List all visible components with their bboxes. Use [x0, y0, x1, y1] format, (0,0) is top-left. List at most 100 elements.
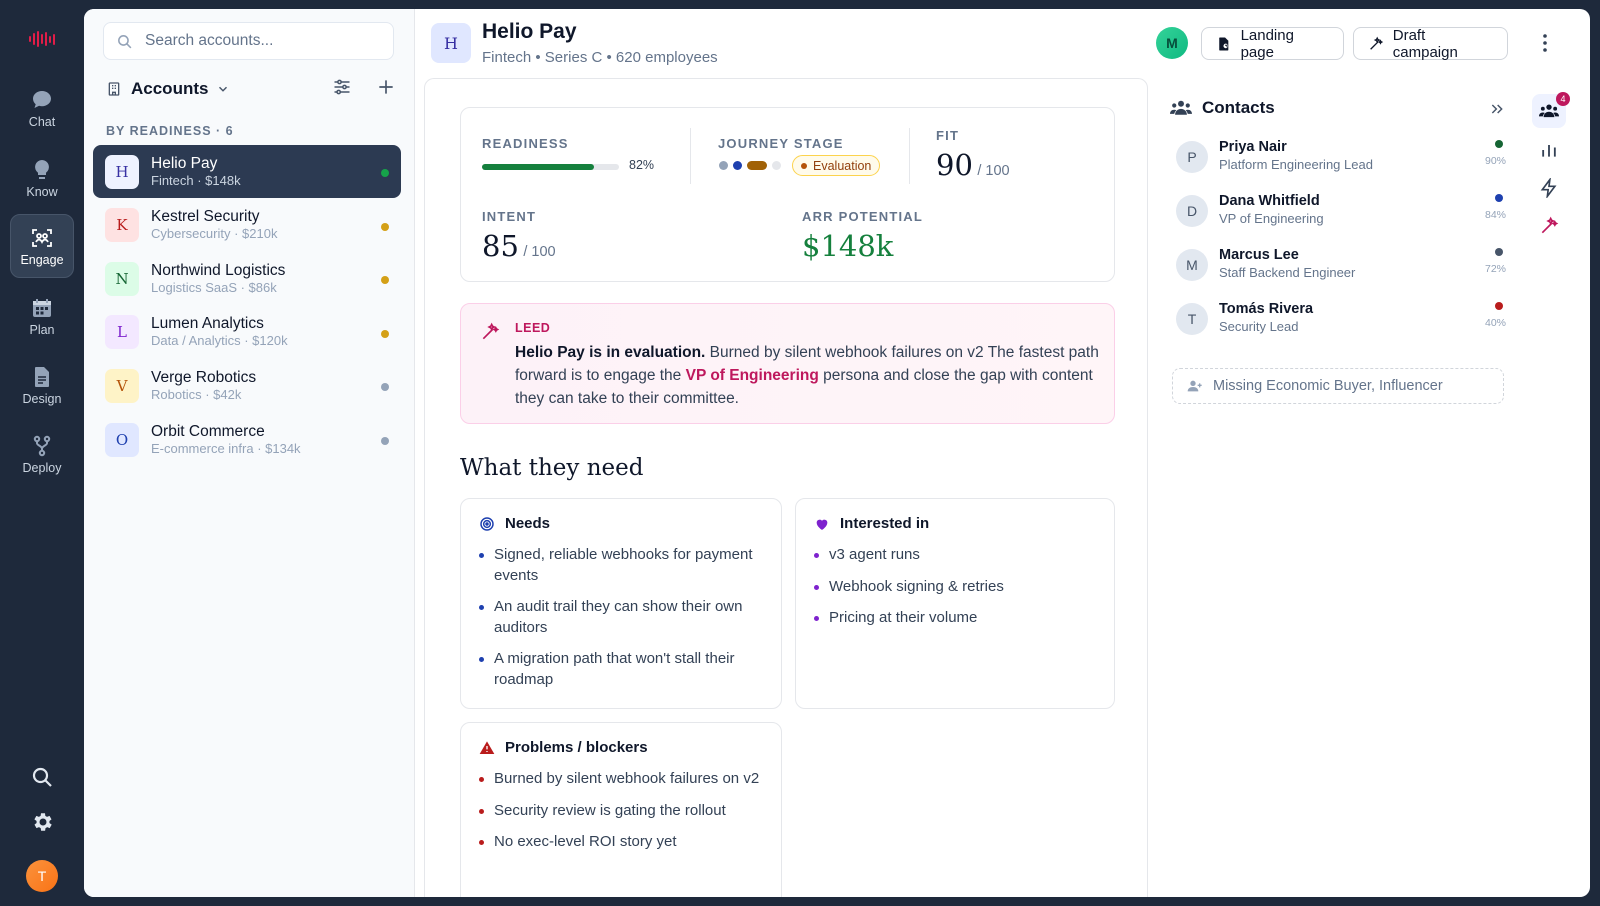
nav-deploy-label: Deploy — [22, 460, 62, 475]
account-monogram: L — [105, 315, 139, 350]
contact-row[interactable]: P Priya Nair Platform Engineering Lead 90% — [1176, 135, 1506, 179]
account-row[interactable]: O Orbit Commerce E-commerce infra · $134k — [93, 413, 401, 466]
stage-dot — [733, 161, 742, 170]
nav-know[interactable]: Know — [10, 146, 74, 210]
account-monogram: O — [105, 422, 139, 457]
settings-gear-icon[interactable] — [30, 810, 54, 834]
arr-label: ARR POTENTIAL — [802, 209, 924, 224]
contact-row[interactable]: M Marcus Lee Staff Backend Engineer 72% — [1176, 243, 1506, 287]
analytics-tab-button[interactable] — [1532, 133, 1566, 167]
account-row[interactable]: L Lumen Analytics Data / Analytics · $120k — [93, 306, 401, 359]
intent-of: / 100 — [523, 244, 556, 260]
app-frame: Search accounts... Accounts BY READINESS… — [84, 9, 1590, 897]
account-row[interactable]: N Northwind Logistics Logistics SaaS · $86… — [93, 252, 401, 305]
contact-engagement-percent: 40% — [1484, 317, 1506, 329]
journey-stage-chip: Evaluation — [792, 155, 881, 176]
account-row[interactable]: H Helio Pay Fintech · $148k — [93, 145, 401, 198]
contact-avatar: D — [1176, 195, 1208, 227]
collapse-panel-icon[interactable] — [1489, 101, 1505, 117]
add-account-icon[interactable] — [376, 77, 396, 97]
nav-chat[interactable]: Chat — [10, 76, 74, 140]
leed-headline: Helio Pay is in evaluation. — [515, 344, 706, 361]
account-subtitle: Fintech · $148k — [151, 172, 241, 188]
more-vertical-icon[interactable] — [1533, 31, 1557, 55]
account-name: Lumen Analytics — [151, 315, 264, 333]
account-detail: READINESS 82% JOURNEY STAGE Evaluation F… — [424, 78, 1148, 897]
account-name: Kestrel Security — [151, 208, 260, 226]
nav-design-label: Design — [22, 391, 62, 406]
account-monogram: H — [105, 154, 139, 189]
company-monogram: H — [431, 23, 471, 63]
ai-tab-button[interactable] — [1532, 209, 1566, 243]
account-row[interactable]: K Kestrel Security Cybersecurity · $210k — [93, 199, 401, 252]
interested-list: v3 agent runs Webhook signing & retries Pr… — [814, 545, 1099, 640]
user-avatar[interactable]: T — [26, 860, 58, 892]
account-status-dot — [381, 169, 389, 177]
account-name: Helio Pay — [151, 154, 218, 172]
divider — [909, 128, 910, 184]
leed-persona-link[interactable]: VP of Engineering — [686, 367, 819, 384]
arr-value: $148k — [802, 229, 894, 263]
account-text: Helio Pay Fintech · $148k — [151, 155, 241, 189]
search-placeholder: Search accounts... — [145, 32, 274, 49]
contacts-tab-button[interactable]: 4 — [1532, 92, 1570, 128]
people-group-icon — [1539, 104, 1559, 118]
contact-avatar: M — [1176, 249, 1208, 281]
contact-status-dot — [1495, 248, 1503, 256]
contacts-header: Contacts — [1170, 98, 1275, 118]
fit-of: / 100 — [977, 163, 1010, 179]
list-item: An audit trail they can show their own a… — [479, 597, 764, 638]
activity-tab-button[interactable] — [1532, 171, 1566, 205]
draft-campaign-button[interactable]: Draft campaign — [1353, 27, 1508, 61]
filter-sliders-icon[interactable] — [332, 77, 352, 97]
nav-design[interactable]: Design — [10, 353, 74, 417]
company-industry: Fintech — [482, 49, 532, 66]
contact-avatar: P — [1176, 141, 1208, 173]
chat-bubble-icon — [33, 90, 51, 108]
lightbulb-icon — [35, 159, 49, 179]
company-name: Helio Pay — [482, 20, 577, 43]
fit-value: 90 — [936, 148, 973, 182]
nav-know-label: Know — [26, 184, 58, 199]
contact-row[interactable]: T Tomás Rivera Security Lead 40% — [1176, 297, 1506, 341]
contact-status-dot — [1495, 302, 1503, 310]
readiness-section-label: BY READINESS · 6 — [106, 124, 234, 138]
document-icon — [35, 366, 49, 387]
building-icon — [108, 82, 120, 96]
app-logo[interactable] — [29, 30, 55, 48]
account-name: Orbit Commerce — [151, 422, 265, 440]
leed-tag: LEED — [515, 321, 551, 335]
account-status-dot — [381, 222, 389, 231]
missing-roles-text: Missing Economic Buyer, Influencer — [1213, 378, 1443, 394]
account-row[interactable]: V Verge Robotics Robotics · $42k — [93, 359, 401, 412]
account-monogram: V — [105, 368, 139, 403]
nav-plan-label: Plan — [29, 322, 55, 337]
landing-page-button[interactable]: Landing page — [1201, 27, 1344, 61]
divider — [690, 128, 691, 184]
search-icon — [118, 34, 132, 48]
account-status-dot — [381, 329, 389, 338]
contacts-panel: Contacts P Priya Nair Platform Engineering… — [1156, 78, 1516, 897]
nav-plan[interactable]: Plan — [10, 284, 74, 348]
nav-engage[interactable]: Engage — [10, 214, 74, 278]
contact-avatar: T — [1176, 303, 1208, 335]
chevron-down-icon[interactable] — [216, 82, 230, 96]
accounts-title[interactable]: Accounts — [131, 79, 208, 99]
list-item: v3 agent runs — [814, 545, 1099, 566]
missing-roles-hint[interactable]: Missing Economic Buyer, Influencer — [1172, 368, 1504, 404]
magic-wand-icon — [1541, 216, 1559, 234]
problems-list: Burned by silent webhook failures on v2 S… — [479, 769, 764, 864]
readiness-bar-fill — [482, 164, 595, 170]
search-icon[interactable] — [30, 765, 54, 789]
account-status-dot — [381, 276, 389, 285]
contact-engagement-percent: 90% — [1484, 155, 1506, 167]
problems-title: Problems / blockers — [505, 739, 648, 756]
account-search-input[interactable]: Search accounts... — [103, 22, 394, 60]
account-subtitle: Robotics · $42k — [151, 386, 242, 402]
fit-label: FIT — [936, 128, 960, 143]
contact-row[interactable]: D Dana Whitfield VP of Engineering 84% — [1176, 189, 1506, 233]
list-item: Webhook signing & retries — [814, 577, 1099, 598]
needs-title: Needs — [505, 515, 551, 532]
nav-deploy[interactable]: Deploy — [10, 422, 74, 486]
owner-avatar[interactable]: M — [1156, 27, 1188, 59]
